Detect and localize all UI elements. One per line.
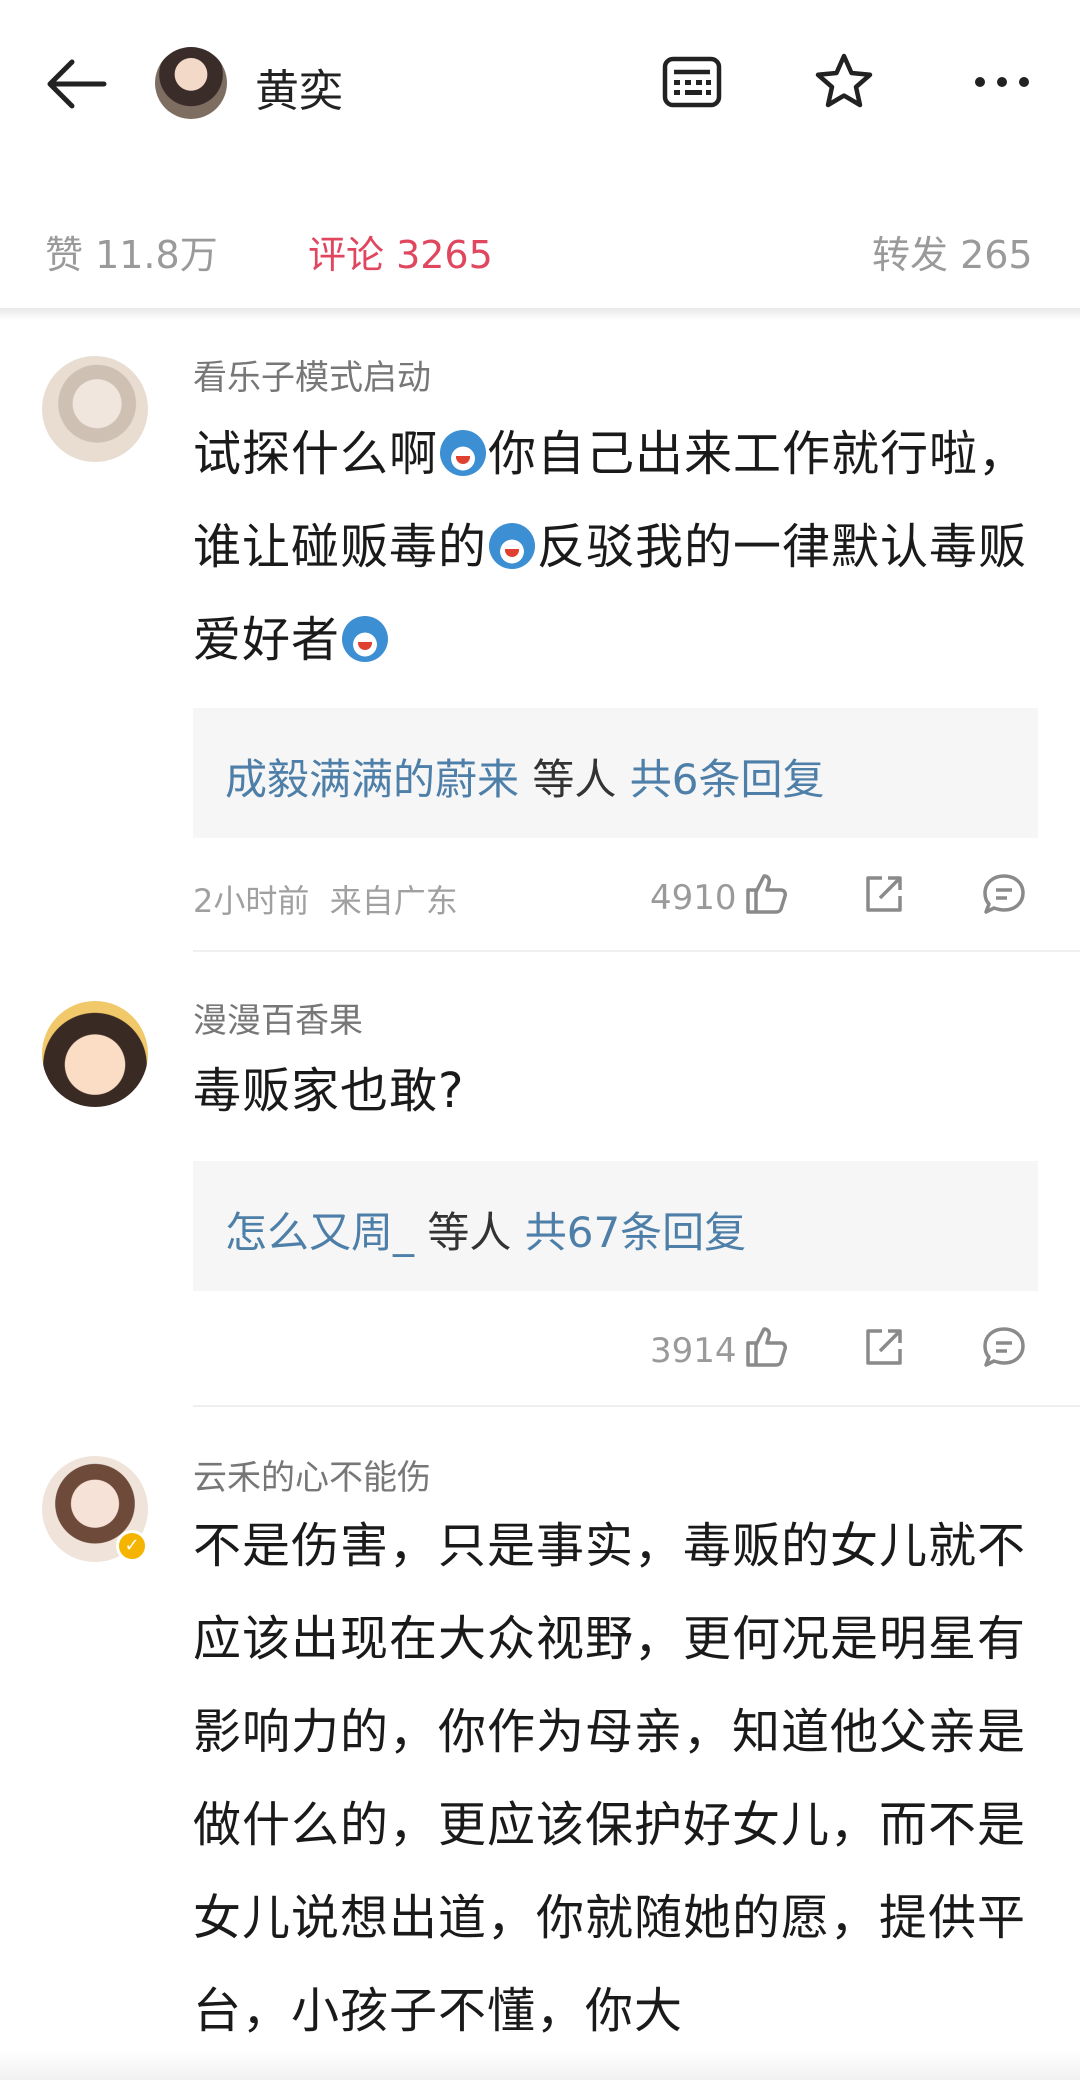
comment-icon[interactable] [980, 870, 1028, 918]
reply-summary: 成毅满满的蔚来 等人 共6条回复 [225, 746, 824, 807]
doraemon-emoji-icon [489, 523, 536, 569]
comment-text: 不是伤害，只是事实，毒贩的女儿就不应该出现在大众视野，更何况是明星有影响力的，你… [193, 1518, 1027, 2039]
like-count: 4910 [650, 878, 737, 918]
tab-likes[interactable]: 赞 11.8万 [45, 224, 218, 279]
reply-count-link[interactable]: 共67条回复 [525, 1208, 746, 1257]
reply-username[interactable]: 成毅满满的蔚来 [225, 755, 519, 804]
top-bar: 黄奕 [0, 0, 1080, 170]
like-count: 3914 [650, 1331, 737, 1371]
reply-others-label: 等人 [519, 755, 630, 804]
comment-username[interactable]: 看乐子模式启动 [193, 350, 431, 399]
share-icon[interactable] [860, 870, 908, 918]
doraemon-emoji-icon [342, 616, 389, 662]
avatar[interactable] [42, 356, 148, 462]
divider [0, 308, 1080, 320]
back-arrow-icon[interactable] [42, 52, 114, 116]
thumbs-up-icon[interactable] [742, 870, 790, 918]
avatar[interactable] [155, 47, 227, 119]
comment-text: 试探什么啊 你自己出来工作就行啦，谁让碰贩毒的 反驳我的一律默认毒贩爱好者 [193, 408, 1033, 687]
bottom-fade [0, 2050, 1080, 2080]
stats-tabs: 赞 11.8万 评论 3265 转发 265 [0, 210, 1080, 310]
verified-badge-icon: ✓ [116, 1530, 148, 1562]
comment-icon[interactable] [980, 1323, 1028, 1371]
reply-preview[interactable]: 怎么又周_ 等人 共67条回复 [193, 1161, 1038, 1291]
comment-text: 毒贩家也敢? [193, 1063, 465, 1119]
reply-username[interactable]: 怎么又周_ [225, 1208, 414, 1257]
comment-time: 2小时前 [193, 882, 310, 920]
comment-text-part: 试探什么啊 [193, 426, 439, 482]
user-name[interactable]: 黄奕 [255, 55, 343, 119]
share-icon[interactable] [860, 1323, 908, 1371]
tab-comments[interactable]: 评论 3265 [308, 224, 493, 279]
divider [193, 950, 1080, 952]
comment-location: 来自广东 [329, 882, 458, 920]
reply-preview[interactable]: 成毅满满的蔚来 等人 共6条回复 [193, 708, 1038, 838]
comment-username[interactable]: 云禾的心不能伤 [193, 1450, 431, 1499]
tab-reposts[interactable]: 转发 265 [872, 224, 1033, 279]
doraemon-emoji-icon [440, 430, 487, 476]
divider [193, 1405, 1080, 1407]
reply-summary: 怎么又周_ 等人 共67条回复 [225, 1199, 746, 1260]
thumbs-up-icon[interactable] [742, 1323, 790, 1371]
screenshot-list-icon[interactable] [660, 50, 724, 114]
reply-count-link[interactable]: 共6条回复 [630, 755, 825, 804]
avatar[interactable] [42, 1001, 148, 1107]
star-icon[interactable] [812, 50, 876, 114]
comment-meta: 2小时前 来自广东 [193, 876, 458, 922]
comment-username[interactable]: 漫漫百香果 [193, 993, 363, 1042]
reply-others-label: 等人 [414, 1208, 525, 1257]
more-icon[interactable] [970, 50, 1034, 114]
